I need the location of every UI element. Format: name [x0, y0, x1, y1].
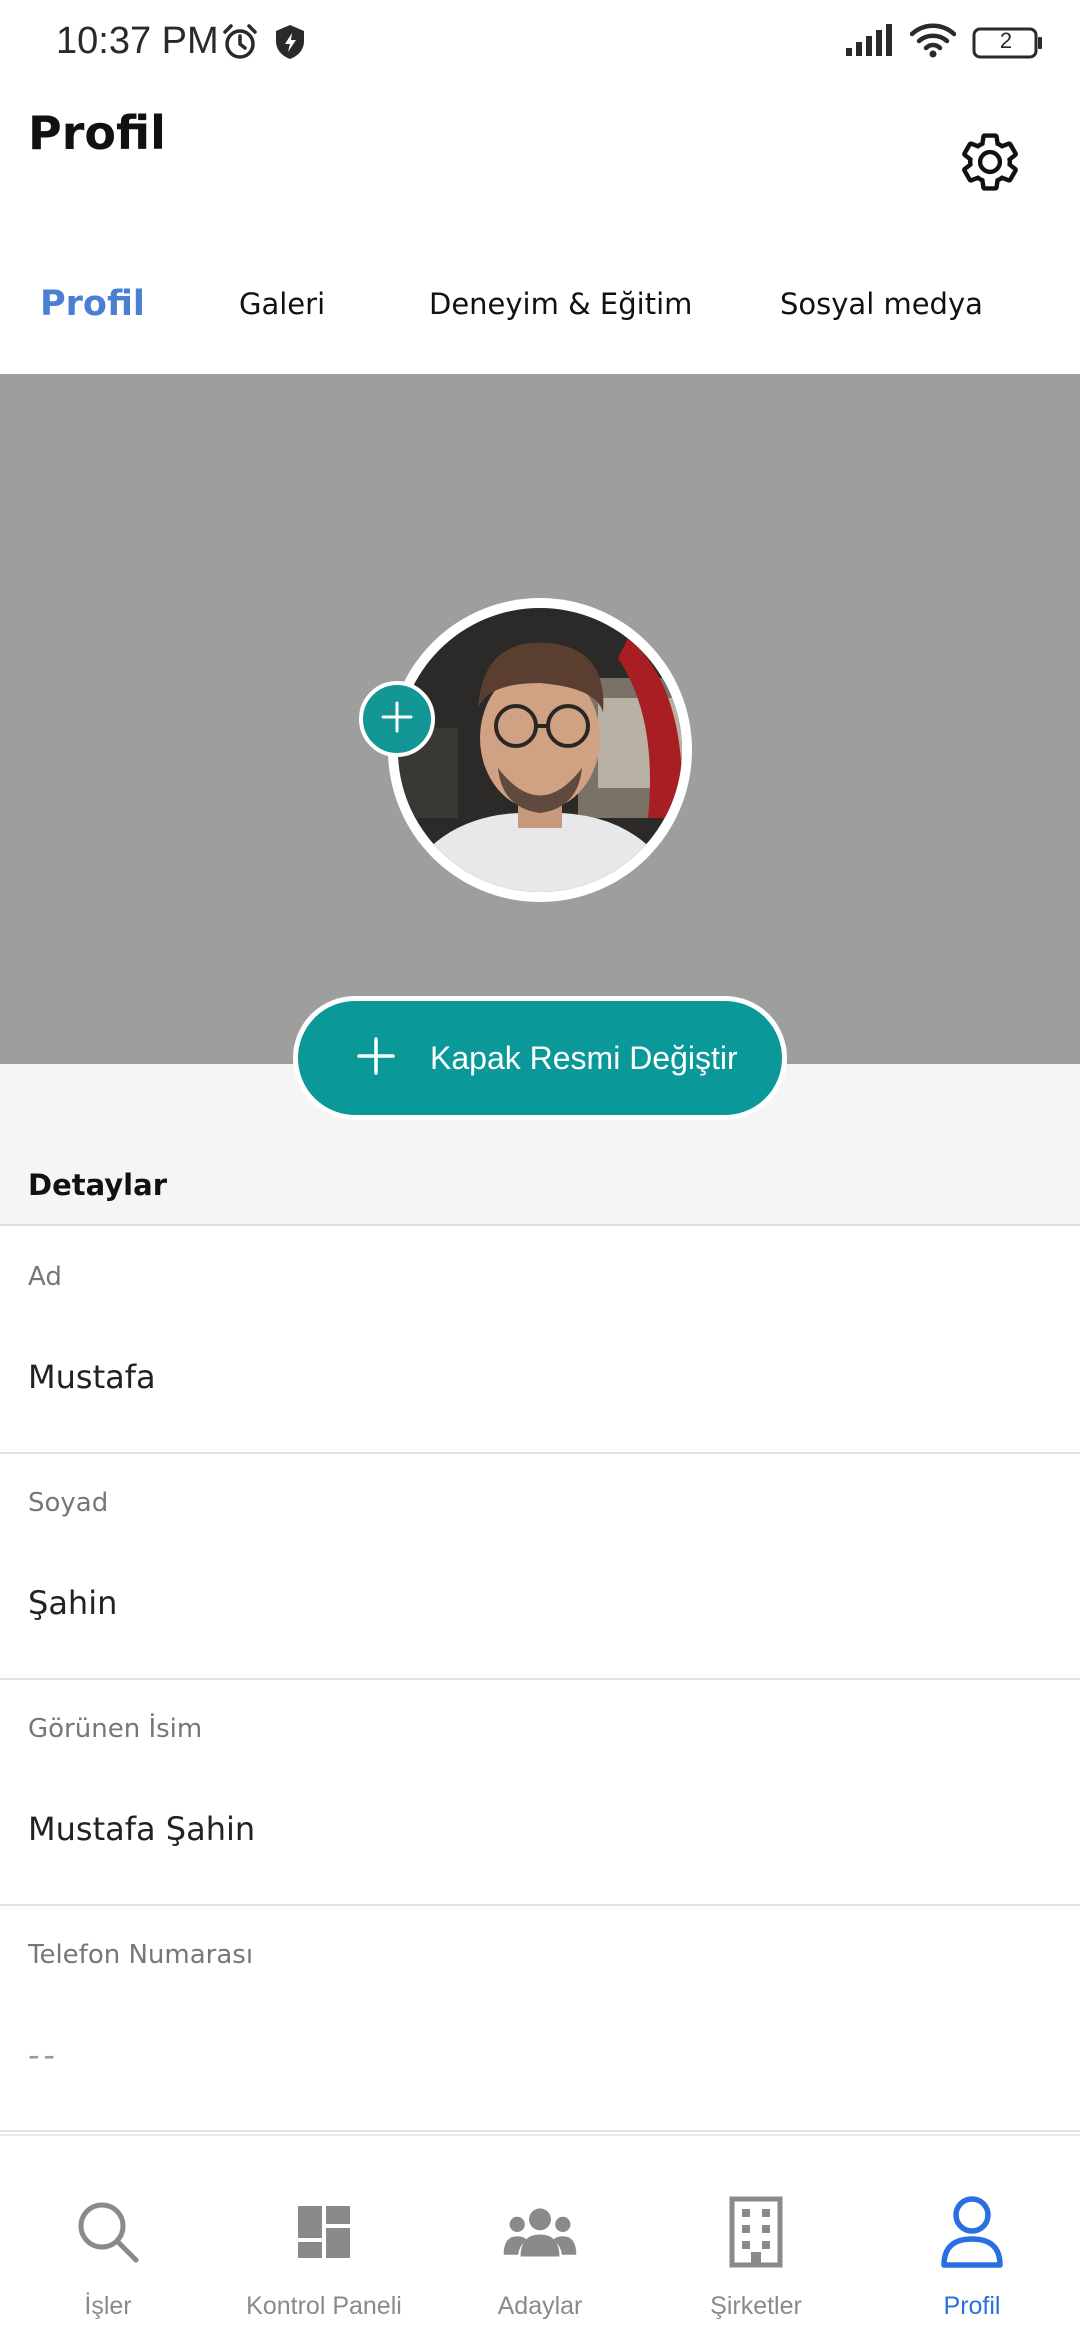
- nav-label: Şirketler: [710, 2292, 802, 2320]
- status-bar: 10:37 PM 2: [0, 0, 1080, 84]
- battery-icon: 2: [972, 26, 1044, 60]
- nav-item-isler[interactable]: İşler: [0, 2136, 216, 2340]
- nav-label: Profil: [943, 2292, 1001, 2320]
- status-time: 10:37 PM: [56, 20, 219, 62]
- tab-deneyim-egitim[interactable]: Deneyim & Eğitim: [429, 264, 692, 344]
- plus-icon: [379, 699, 415, 740]
- tab-bar: Profil Galeri Deneyim & Eğitim Sosyal me…: [0, 264, 1080, 374]
- battery-level: 2: [999, 27, 1013, 53]
- people-icon: [502, 2194, 578, 2270]
- building-icon: [718, 2194, 794, 2270]
- field-first-name[interactable]: Ad Mustafa: [0, 1228, 1080, 1454]
- field-label: Soyad: [28, 1488, 109, 1518]
- field-value: Mustafa: [28, 1358, 156, 1396]
- plus-icon: [356, 1036, 396, 1081]
- dashboard-icon: [286, 2194, 362, 2270]
- nav-label: Adaylar: [497, 2292, 583, 2320]
- nav-item-sirketler[interactable]: Şirketler: [648, 2136, 864, 2340]
- shield-icon: [272, 22, 308, 67]
- tab-label: Sosyal medya: [780, 287, 983, 321]
- field-label: Ad: [28, 1262, 62, 1292]
- tab-label: Galeri: [239, 287, 326, 321]
- avatar[interactable]: [398, 608, 682, 892]
- tab-galeri[interactable]: Galeri: [239, 264, 325, 344]
- nav-item-profil[interactable]: Profil: [864, 2136, 1080, 2340]
- nav-label: Kontrol Paneli: [246, 2292, 402, 2320]
- tab-profil[interactable]: Profil: [40, 264, 145, 344]
- change-cover-label: Kapak Resmi Değiştir: [430, 1039, 738, 1076]
- bottom-navigation: İşler Kontrol Paneli Adaylar Şirketler P…: [0, 2134, 1080, 2340]
- nav-label: İşler: [84, 2292, 132, 2320]
- change-avatar-button[interactable]: [359, 681, 435, 757]
- field-value: Şahin: [28, 1584, 118, 1622]
- tab-sosyal-medya[interactable]: Sosyal medya: [780, 264, 983, 344]
- field-display-name[interactable]: Görünen İsim Mustafa Şahin: [0, 1680, 1080, 1906]
- field-last-name[interactable]: Soyad Şahin: [0, 1454, 1080, 1680]
- search-icon: [70, 2194, 146, 2270]
- gear-icon: [957, 129, 1023, 200]
- page-title: Profil: [28, 106, 166, 160]
- field-value: Mustafa Şahin: [28, 1810, 256, 1848]
- nav-item-adaylar[interactable]: Adaylar: [432, 2136, 648, 2340]
- tab-label: Deneyim & Eğitim: [429, 287, 693, 321]
- person-icon: [934, 2194, 1010, 2270]
- wifi-icon: [909, 22, 957, 63]
- alarm-icon: [220, 22, 260, 67]
- details-section-title: Detaylar: [28, 1168, 167, 1202]
- field-label: Telefon Numarası: [28, 1940, 254, 1970]
- field-phone-number[interactable]: Telefon Numarası --: [0, 1906, 1080, 2132]
- field-value: --: [28, 2036, 60, 2074]
- field-label: Görünen İsim: [28, 1714, 203, 1744]
- tab-label: Profil: [40, 284, 145, 324]
- settings-button[interactable]: [954, 128, 1026, 200]
- signal-icon: [844, 22, 894, 63]
- change-cover-button[interactable]: Kapak Resmi Değiştir: [293, 996, 787, 1120]
- nav-item-kontrol-paneli[interactable]: Kontrol Paneli: [216, 2136, 432, 2340]
